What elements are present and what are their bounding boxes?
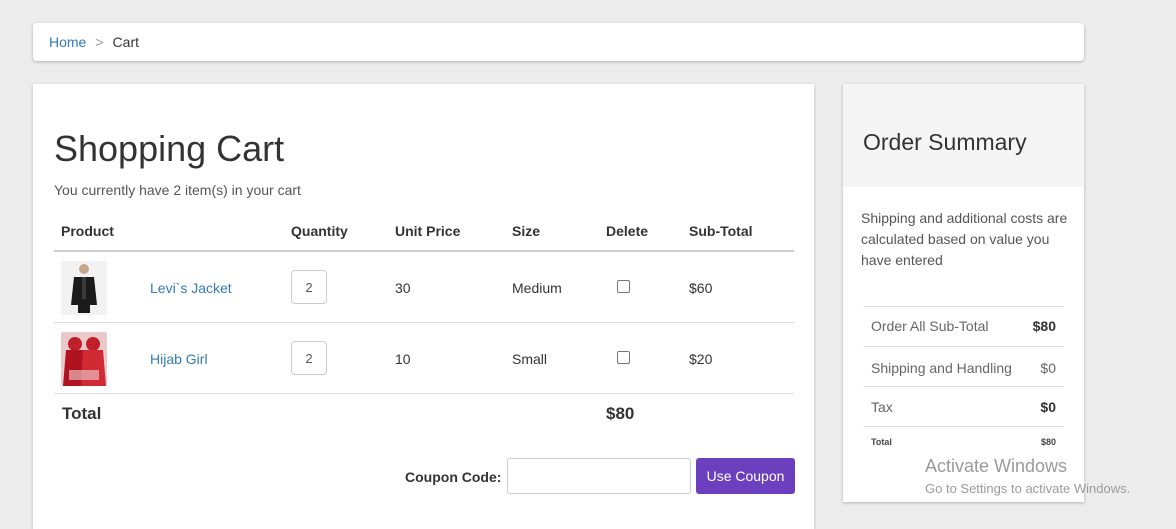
item-name-link[interactable]: Hijab Girl bbox=[150, 351, 208, 367]
breadcrumb-home-link[interactable]: Home bbox=[49, 34, 86, 50]
watermark-title: Activate Windows bbox=[925, 456, 1068, 476]
summary-row-value: $0 bbox=[1040, 399, 1056, 415]
cart-panel: Shopping Cart You currently have 2 item(… bbox=[33, 84, 814, 529]
page-title: Shopping Cart bbox=[54, 128, 285, 169]
summary-row-label: Tax bbox=[871, 399, 893, 415]
header-size: Size bbox=[512, 223, 541, 239]
item-subtotal: $60 bbox=[689, 280, 713, 296]
header-unit-price: Unit Price bbox=[395, 223, 461, 239]
breadcrumb: Home > Cart bbox=[33, 23, 1084, 61]
row-divider bbox=[54, 393, 794, 394]
summary-divider bbox=[863, 346, 1064, 347]
summary-divider bbox=[863, 306, 1064, 307]
cart-count-text: You currently have 2 item(s) in your car… bbox=[54, 182, 301, 198]
item-size: Small bbox=[512, 351, 548, 367]
summary-divider bbox=[863, 386, 1064, 387]
item-name-link[interactable]: Levi`s Jacket bbox=[150, 280, 232, 296]
activation-watermark: Activate Windows Go to Settings to activ… bbox=[925, 456, 1130, 496]
breadcrumb-current: Cart bbox=[112, 34, 139, 50]
item-unit-price: 10 bbox=[395, 351, 411, 367]
header-product: Product bbox=[61, 223, 114, 239]
row-divider bbox=[54, 322, 794, 323]
use-coupon-button[interactable]: Use Coupon bbox=[696, 458, 795, 494]
item-subtotal: $20 bbox=[689, 351, 713, 367]
summary-total-value: $80 bbox=[1040, 437, 1056, 447]
summary-total-label: Total bbox=[871, 437, 892, 447]
delete-checkbox[interactable] bbox=[617, 351, 630, 364]
quantity-input[interactable]: 2 bbox=[291, 341, 327, 375]
header-quantity: Quantity bbox=[291, 223, 348, 239]
header-delete: Delete bbox=[606, 223, 649, 239]
watermark-subtitle: Go to Settings to activate Windows. bbox=[925, 481, 1131, 496]
coupon-label: Coupon Code: bbox=[405, 469, 502, 485]
item-size: Medium bbox=[512, 280, 562, 296]
summary-divider bbox=[863, 426, 1064, 427]
header-divider bbox=[54, 250, 794, 252]
header-subtotal: Sub-Total bbox=[689, 223, 753, 239]
breadcrumb-separator: > bbox=[95, 34, 104, 50]
summary-title: Order Summary bbox=[863, 129, 1027, 155]
hijab-photo-icon[interactable] bbox=[61, 332, 107, 386]
summary-row-label: Order All Sub-Total bbox=[871, 318, 989, 334]
summary-row-value: $0 bbox=[1040, 360, 1056, 376]
summary-row-label: Shipping and Handling bbox=[871, 360, 1012, 376]
summary-note: Shipping and additional costs are calcul… bbox=[861, 210, 1068, 268]
order-summary-panel: Order Summary Shipping and additional co… bbox=[843, 84, 1084, 502]
total-label: Total bbox=[62, 404, 102, 423]
quantity-input[interactable]: 2 bbox=[291, 270, 327, 304]
jacket-photo-icon[interactable] bbox=[61, 261, 107, 315]
delete-checkbox[interactable] bbox=[617, 280, 630, 293]
summary-row-value: $80 bbox=[1032, 318, 1056, 334]
coupon-input[interactable] bbox=[507, 458, 691, 494]
total-value: $80 bbox=[606, 404, 635, 423]
item-unit-price: 30 bbox=[395, 280, 411, 296]
